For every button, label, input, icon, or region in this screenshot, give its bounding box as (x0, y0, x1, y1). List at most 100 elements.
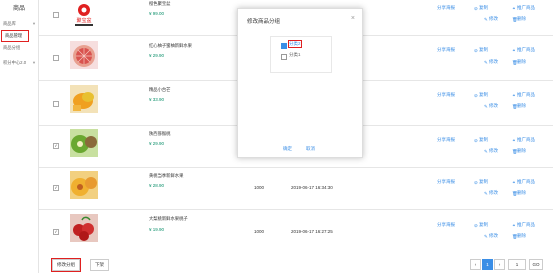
row-checkbox[interactable]: ✓ (53, 229, 59, 235)
sidebar-item-label: 积分中心2.0 (3, 60, 27, 65)
copy-link[interactable]: ⊘复制 (474, 47, 488, 53)
product-name[interactable]: 黄桃当季新鲜水果 (149, 173, 183, 179)
share-poster-link[interactable]: 分享海报 (437, 92, 455, 98)
edit-link[interactable]: ✎修改 (484, 16, 498, 22)
modify-group-button[interactable]: 修改分组 (51, 258, 81, 272)
product-price: ¥ 29.90 (149, 53, 165, 58)
logo-text: 聚宝盆 (76, 17, 91, 24)
delete-link[interactable]: 🗑删除 (512, 103, 526, 109)
product-name[interactable]: 精品小台芒 (149, 87, 170, 93)
row-checkbox[interactable] (53, 12, 59, 18)
jump-page-input[interactable]: 1 (508, 259, 526, 270)
delete-link[interactable]: 🗑删除 (512, 16, 526, 22)
edit-link[interactable]: ✎修改 (484, 59, 498, 65)
share-poster-link[interactable]: 分享海报 (437, 137, 455, 143)
sidebar-item-label: 商品管理 (5, 33, 23, 38)
product-thumbnail (70, 41, 98, 69)
row-checkbox[interactable]: ✓ (53, 143, 59, 149)
edit-link[interactable]: ✎修改 (484, 148, 498, 154)
edit-icon: ✎ (484, 148, 488, 154)
sidebar-item-label: 商品库 (3, 21, 16, 26)
sidebar: 商品 商品库 ▾ 商品管理 商品分组 积分中心2.0 ▾ (0, 0, 39, 273)
share-poster-link[interactable]: 分享海报 (437, 5, 455, 11)
product-name[interactable]: 陕西猕猴桃 (149, 131, 170, 137)
copy-icon: ⊘ (474, 222, 478, 228)
modal-title: 修改商品分组 (247, 19, 281, 25)
share-poster-link[interactable]: 分享海报 (437, 222, 455, 228)
product-price: ¥ 33.90 (149, 97, 165, 102)
table-row: ✓ 大梨桃新鲜水果桃子 ¥ 19.90 1000 2019-06-17 16:2… (39, 209, 553, 255)
trash-icon: 🗑 (512, 16, 518, 22)
edit-icon: ✎ (484, 59, 488, 65)
product-price: ¥ 99.00 (149, 11, 165, 16)
link-icon: ⚭ (512, 137, 516, 143)
modify-group-modal: 修改商品分组 × 分类2 分类1 确定 取消 (237, 8, 363, 158)
product-time: 2019-06-17 16:27:25 (291, 229, 333, 234)
group-option[interactable]: 分类2 (288, 40, 302, 48)
cancel-button[interactable]: 取消 (306, 146, 315, 152)
trash-icon: 🗑 (512, 148, 518, 154)
product-time: 2019-06-17 16:34:30 (291, 185, 333, 190)
next-page-button[interactable]: › (494, 259, 505, 270)
jubaopen-logo-icon: 聚宝盆 (75, 4, 93, 26)
edit-link[interactable]: ✎修改 (484, 190, 498, 196)
go-button[interactable]: GO (529, 259, 543, 270)
copy-link[interactable]: ⊘复制 (474, 5, 488, 11)
trash-icon: 🗑 (512, 103, 518, 109)
copy-link[interactable]: ⊘复制 (474, 137, 488, 143)
confirm-button[interactable]: 确定 (283, 146, 292, 152)
group-checkbox[interactable] (281, 54, 287, 60)
delete-link[interactable]: 🗑删除 (512, 190, 526, 196)
product-price: ¥ 28.90 (149, 183, 165, 188)
promote-link[interactable]: ⚭推广商品 (512, 5, 535, 11)
copy-link[interactable]: ⊘复制 (474, 222, 488, 228)
row-checkbox[interactable] (53, 101, 59, 107)
offshelf-button[interactable]: 下架 (90, 259, 109, 271)
promote-link[interactable]: ⚭推广商品 (512, 47, 535, 53)
product-name[interactable]: 大梨桃新鲜水果桃子 (149, 216, 188, 222)
close-icon[interactable]: × (351, 15, 355, 22)
sidebar-item-points-center[interactable]: 积分中心2.0 ▾ (0, 58, 38, 68)
product-thumbnail (70, 129, 98, 157)
page-1-button[interactable]: 1 (482, 259, 493, 270)
edit-link[interactable]: ✎修改 (484, 103, 498, 109)
promote-link[interactable]: ⚭推广商品 (512, 137, 535, 143)
row-checkbox[interactable]: ✓ (53, 185, 59, 191)
sidebar-item-product-groups[interactable]: 商品分组 (0, 43, 38, 53)
kiwi-image (71, 135, 97, 153)
copy-icon: ⊘ (474, 179, 478, 185)
trash-icon: 🗑 (512, 233, 518, 239)
delete-link[interactable]: 🗑删除 (512, 59, 526, 65)
link-icon: ⚭ (512, 92, 516, 98)
share-poster-link[interactable]: 分享海报 (437, 179, 455, 185)
product-price: ¥ 19.90 (149, 227, 165, 232)
prev-page-button[interactable]: ‹ (470, 259, 481, 270)
red-fruit-image (73, 216, 94, 241)
trash-icon: 🗑 (512, 59, 518, 65)
product-name[interactable]: 橙色聚宝盆 (149, 1, 170, 7)
link-icon: ⚭ (512, 5, 516, 11)
promote-link[interactable]: ⚭推广商品 (512, 92, 535, 98)
copy-icon: ⊘ (474, 137, 478, 143)
row-checkbox[interactable] (53, 55, 59, 61)
mango-image (73, 92, 94, 111)
group-checkbox-checked[interactable] (281, 43, 287, 49)
copy-link[interactable]: ⊘复制 (474, 179, 488, 185)
copy-link[interactable]: ⊘复制 (474, 92, 488, 98)
edit-icon: ✎ (484, 16, 488, 22)
trash-icon: 🗑 (512, 190, 518, 196)
delete-link[interactable]: 🗑删除 (512, 233, 526, 239)
edit-link[interactable]: ✎修改 (484, 233, 498, 239)
link-icon: ⚭ (512, 179, 516, 185)
product-name[interactable]: 红心柚子蜜柚新鲜水果 (149, 43, 192, 49)
share-poster-link[interactable]: 分享海报 (437, 47, 455, 53)
delete-link[interactable]: 🗑删除 (512, 148, 526, 154)
promote-link[interactable]: ⚭推广商品 (512, 222, 535, 228)
promote-link[interactable]: ⚭推广商品 (512, 179, 535, 185)
sidebar-item-product-management[interactable]: 商品管理 (1, 30, 29, 42)
sidebar-item-library[interactable]: 商品库 ▾ (0, 19, 38, 29)
copy-icon: ⊘ (474, 92, 478, 98)
product-price: ¥ 29.90 (149, 141, 165, 146)
group-option[interactable]: 分类1 (289, 52, 301, 58)
table-footer: 修改分组 下架 ‹ 1 › 1 GO (39, 254, 553, 273)
